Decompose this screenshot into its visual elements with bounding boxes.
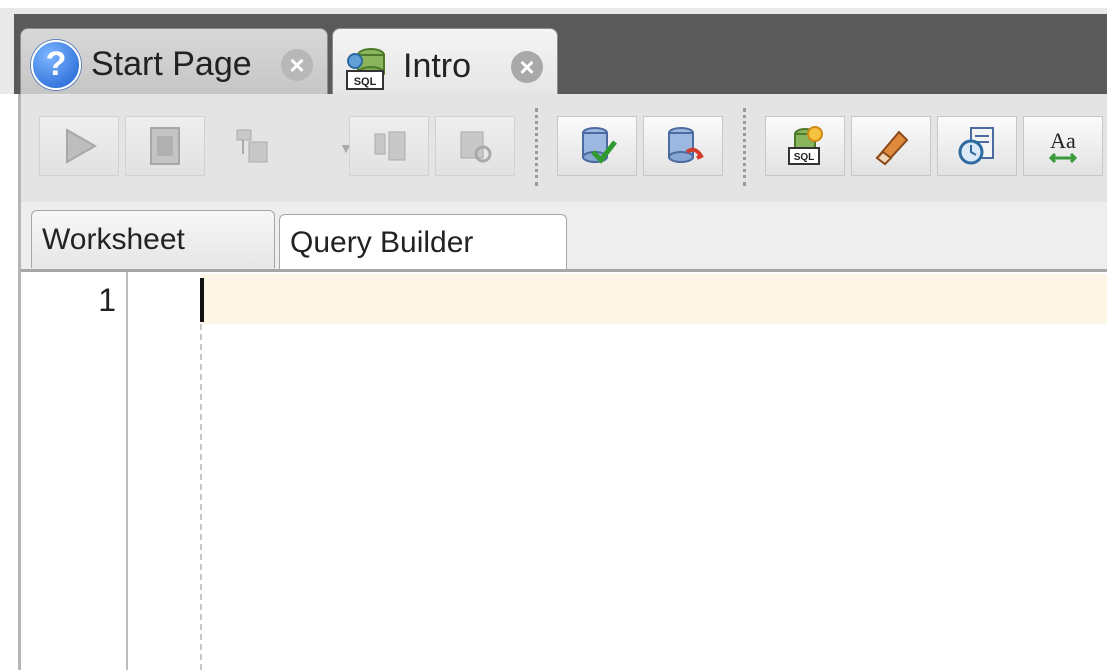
sql-editor[interactable]: 1 [18, 272, 1107, 670]
svg-text:SQL: SQL [354, 76, 377, 88]
tab-start-page-label: Start Page [91, 45, 252, 83]
run-statement-button[interactable] [39, 116, 119, 176]
tab-intro[interactable]: SQL Intro × [332, 28, 558, 104]
toolbar-separator [535, 108, 538, 186]
svg-text:SQL: SQL [794, 152, 815, 163]
to-upper-lower-button[interactable]: Aa [1023, 116, 1103, 176]
sql-developer-window: ? Start Page × SQL Intro × ▼ SQL Aa Work… [0, 0, 1107, 670]
sql-new-icon: SQL [788, 126, 823, 165]
current-line-highlight [201, 274, 1107, 324]
commit-icon [582, 127, 617, 164]
text-caret [200, 278, 204, 322]
worksheet-toolbar: ▼ SQL Aa [18, 94, 1107, 203]
autotrace-icon [374, 131, 406, 161]
rollback-button[interactable] [643, 116, 723, 176]
close-icon[interactable]: × [281, 48, 313, 81]
rollback-icon [668, 127, 704, 163]
autotrace-button[interactable] [349, 116, 429, 176]
run-script-button[interactable] [125, 116, 205, 176]
history-icon [958, 127, 994, 165]
tab-query-builder[interactable]: Query Builder [279, 214, 567, 270]
sql-tuning-button[interactable] [435, 116, 515, 176]
case-icon: Aa [1048, 128, 1078, 164]
indent-guide [200, 324, 202, 670]
svg-text:Aa: Aa [1050, 128, 1076, 153]
script-icon [150, 127, 180, 165]
play-icon [66, 128, 98, 164]
eraser-icon [875, 130, 909, 166]
line-number: 1 [98, 282, 116, 318]
close-icon[interactable]: × [511, 50, 543, 83]
line-number-gutter: 1 [21, 272, 128, 670]
toolbar-separator [743, 108, 746, 186]
tuning-icon [460, 131, 492, 163]
explain-plan-button[interactable] [211, 116, 291, 176]
sql-worksheet-icon: SQL [346, 47, 385, 90]
tab-worksheet[interactable]: Worksheet [31, 210, 275, 268]
tab-intro-label: Intro [403, 47, 472, 85]
explain-plan-icon [236, 129, 268, 163]
document-tab-strip: ? Start Page × SQL Intro × [0, 8, 1107, 104]
tab-start-page[interactable]: ? Start Page × [20, 28, 328, 100]
clear-button[interactable] [851, 116, 931, 176]
unshared-worksheet-button[interactable]: SQL [765, 116, 845, 176]
commit-button[interactable] [557, 116, 637, 176]
help-icon: ? [31, 39, 81, 90]
sql-history-button[interactable] [937, 116, 1017, 176]
editor-tab-strip: Worksheet Query Builder [18, 202, 1107, 272]
